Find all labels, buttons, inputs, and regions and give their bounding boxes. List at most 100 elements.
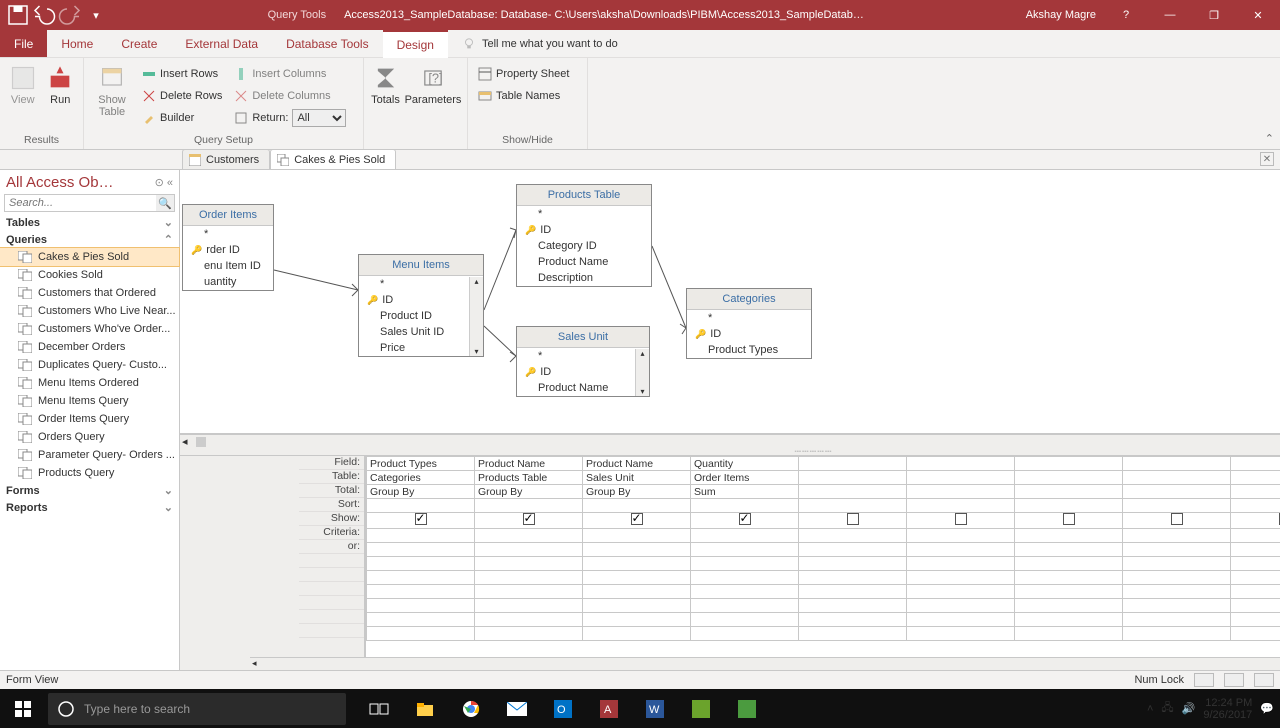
grid-cell[interactable] [475,529,583,543]
delete-rows-button[interactable]: Delete Rows [138,86,226,106]
grid-cell[interactable]: Quantity [691,457,799,471]
chrome-icon[interactable] [448,689,494,728]
grid-cell[interactable]: Categories [367,471,475,485]
tray-chevron-icon[interactable]: ˄ [1147,703,1153,715]
insert-columns-button[interactable]: Insert Columns [230,64,350,84]
nav-item[interactable]: Cookies Sold [0,266,179,284]
grid-table[interactable]: Product TypesProduct NameProduct NameQua… [366,456,1280,670]
grid-cell[interactable] [1015,513,1123,529]
grid-cell[interactable] [1015,457,1123,471]
grid-cell[interactable] [907,485,1015,499]
grid-cell[interactable]: Sales Unit [583,471,691,485]
view-datasheet-icon[interactable] [1194,673,1214,687]
grid-cell[interactable]: Products Table [475,471,583,485]
taskbar-clock[interactable]: 12:24 PM9/26/2017 [1203,697,1252,721]
grid-cell[interactable] [907,513,1015,529]
grid-cell[interactable] [367,529,475,543]
grid-cell[interactable] [475,513,583,529]
parameters-button[interactable]: [?]Parameters [405,62,461,106]
pane-splitter[interactable]: ┄┄┄┄┄ [180,448,1280,456]
nav-item[interactable]: Cakes & Pies Sold [0,248,179,266]
tab-file[interactable]: File [0,30,47,57]
nav-item[interactable]: Customers that Ordered [0,284,179,302]
grid-cell[interactable] [475,543,583,557]
table-box[interactable]: Sales Unit*🔑IDProduct Name▴▾ [516,326,650,397]
nav-item[interactable]: Parameter Query- Orders ... [0,446,179,464]
grid-cell[interactable] [907,543,1015,557]
insert-rows-button[interactable]: Insert Rows [138,64,226,84]
app-icon-1[interactable] [678,689,724,728]
nav-collapse-icon[interactable]: ⊙ « [155,176,173,189]
grid-cell[interactable]: Product Name [475,457,583,471]
table-relations-canvas[interactable]: Order Items*🔑rder IDenu Item IDuantityMe… [180,170,1280,434]
save-icon[interactable] [6,3,30,27]
nav-item[interactable]: Products Query [0,464,179,482]
totals-button[interactable]: Totals [370,62,401,106]
grid-cell[interactable] [1231,543,1280,557]
grid-cell[interactable] [1123,513,1231,529]
tab-external-data[interactable]: External Data [171,30,272,57]
grid-cell[interactable] [1015,471,1123,485]
nav-item[interactable]: Order Items Query [0,410,179,428]
table-box[interactable]: Categories*🔑IDProduct Types [686,288,812,359]
builder-button[interactable]: Builder [138,108,226,128]
grid-cell[interactable] [907,499,1015,513]
nav-item[interactable]: Customers Who've Order... [0,320,179,338]
nav-item[interactable]: Orders Query [0,428,179,446]
nav-group-reports[interactable]: Reports⌄ [0,499,179,516]
grid-cell[interactable] [1123,457,1231,471]
task-view-icon[interactable] [356,689,402,728]
minimize-button[interactable]: — [1148,0,1192,30]
nav-item[interactable]: Customers Who Live Near... [0,302,179,320]
nav-item[interactable]: Menu Items Ordered [0,374,179,392]
grid-cell[interactable] [799,499,907,513]
grid-cell[interactable]: Group By [367,485,475,499]
grid-cell[interactable] [799,457,907,471]
nav-search[interactable]: 🔍 [4,194,175,212]
qat-dropdown-icon[interactable]: ▾ [84,3,108,27]
grid-cell[interactable] [691,529,799,543]
grid-cell[interactable] [1231,499,1280,513]
tab-design[interactable]: Design [383,30,448,58]
tell-me-search[interactable]: Tell me what you want to do [448,30,618,57]
grid-cell[interactable] [799,543,907,557]
nav-item[interactable]: December Orders [0,338,179,356]
grid-cell[interactable] [1015,499,1123,513]
system-tray[interactable]: ˄ 🖧 🔊 12:24 PM9/26/2017 💬 [1147,697,1280,721]
search-input[interactable] [5,195,156,211]
word-icon[interactable]: W [632,689,678,728]
view-sql-icon[interactable] [1224,673,1244,687]
grid-cell[interactable] [1231,457,1280,471]
grid-cell[interactable] [691,513,799,529]
grid-cell[interactable] [367,513,475,529]
grid-cell[interactable]: Product Name [583,457,691,471]
grid-cell[interactable] [1123,529,1231,543]
grid-cell[interactable] [583,543,691,557]
tray-network-icon[interactable]: 🖧 [1161,699,1173,718]
table-box[interactable]: Menu Items*🔑IDProduct IDSales Unit IDPri… [358,254,484,357]
grid-cell[interactable] [799,485,907,499]
close-button[interactable]: ✕ [1236,0,1280,30]
grid-cell[interactable] [907,529,1015,543]
view-button[interactable]: View [6,62,40,106]
grid-cell[interactable]: Product Types [367,457,475,471]
close-doc-icon[interactable]: ✕ [1260,152,1274,166]
view-design-icon[interactable] [1254,673,1274,687]
delete-columns-button[interactable]: Delete Columns [230,86,350,106]
grid-cell[interactable] [1231,485,1280,499]
grid-cell[interactable] [1123,471,1231,485]
property-sheet-button[interactable]: Property Sheet [474,64,573,84]
grid-cell[interactable] [799,471,907,485]
grid-cell[interactable] [1123,485,1231,499]
nav-title[interactable]: All Access Ob… [6,174,114,191]
grid-cell[interactable] [907,457,1015,471]
undo-icon[interactable] [32,3,56,27]
restore-button[interactable]: ❐ [1192,0,1236,30]
doc-tab-customers[interactable]: Customers [182,149,270,169]
tab-home[interactable]: Home [47,30,107,57]
run-button[interactable]: Run [44,62,78,106]
grid-cell[interactable]: Sum [691,485,799,499]
return-dropdown[interactable]: Return:All [230,108,350,128]
grid-cell[interactable] [583,513,691,529]
nav-group-forms[interactable]: Forms⌄ [0,482,179,499]
